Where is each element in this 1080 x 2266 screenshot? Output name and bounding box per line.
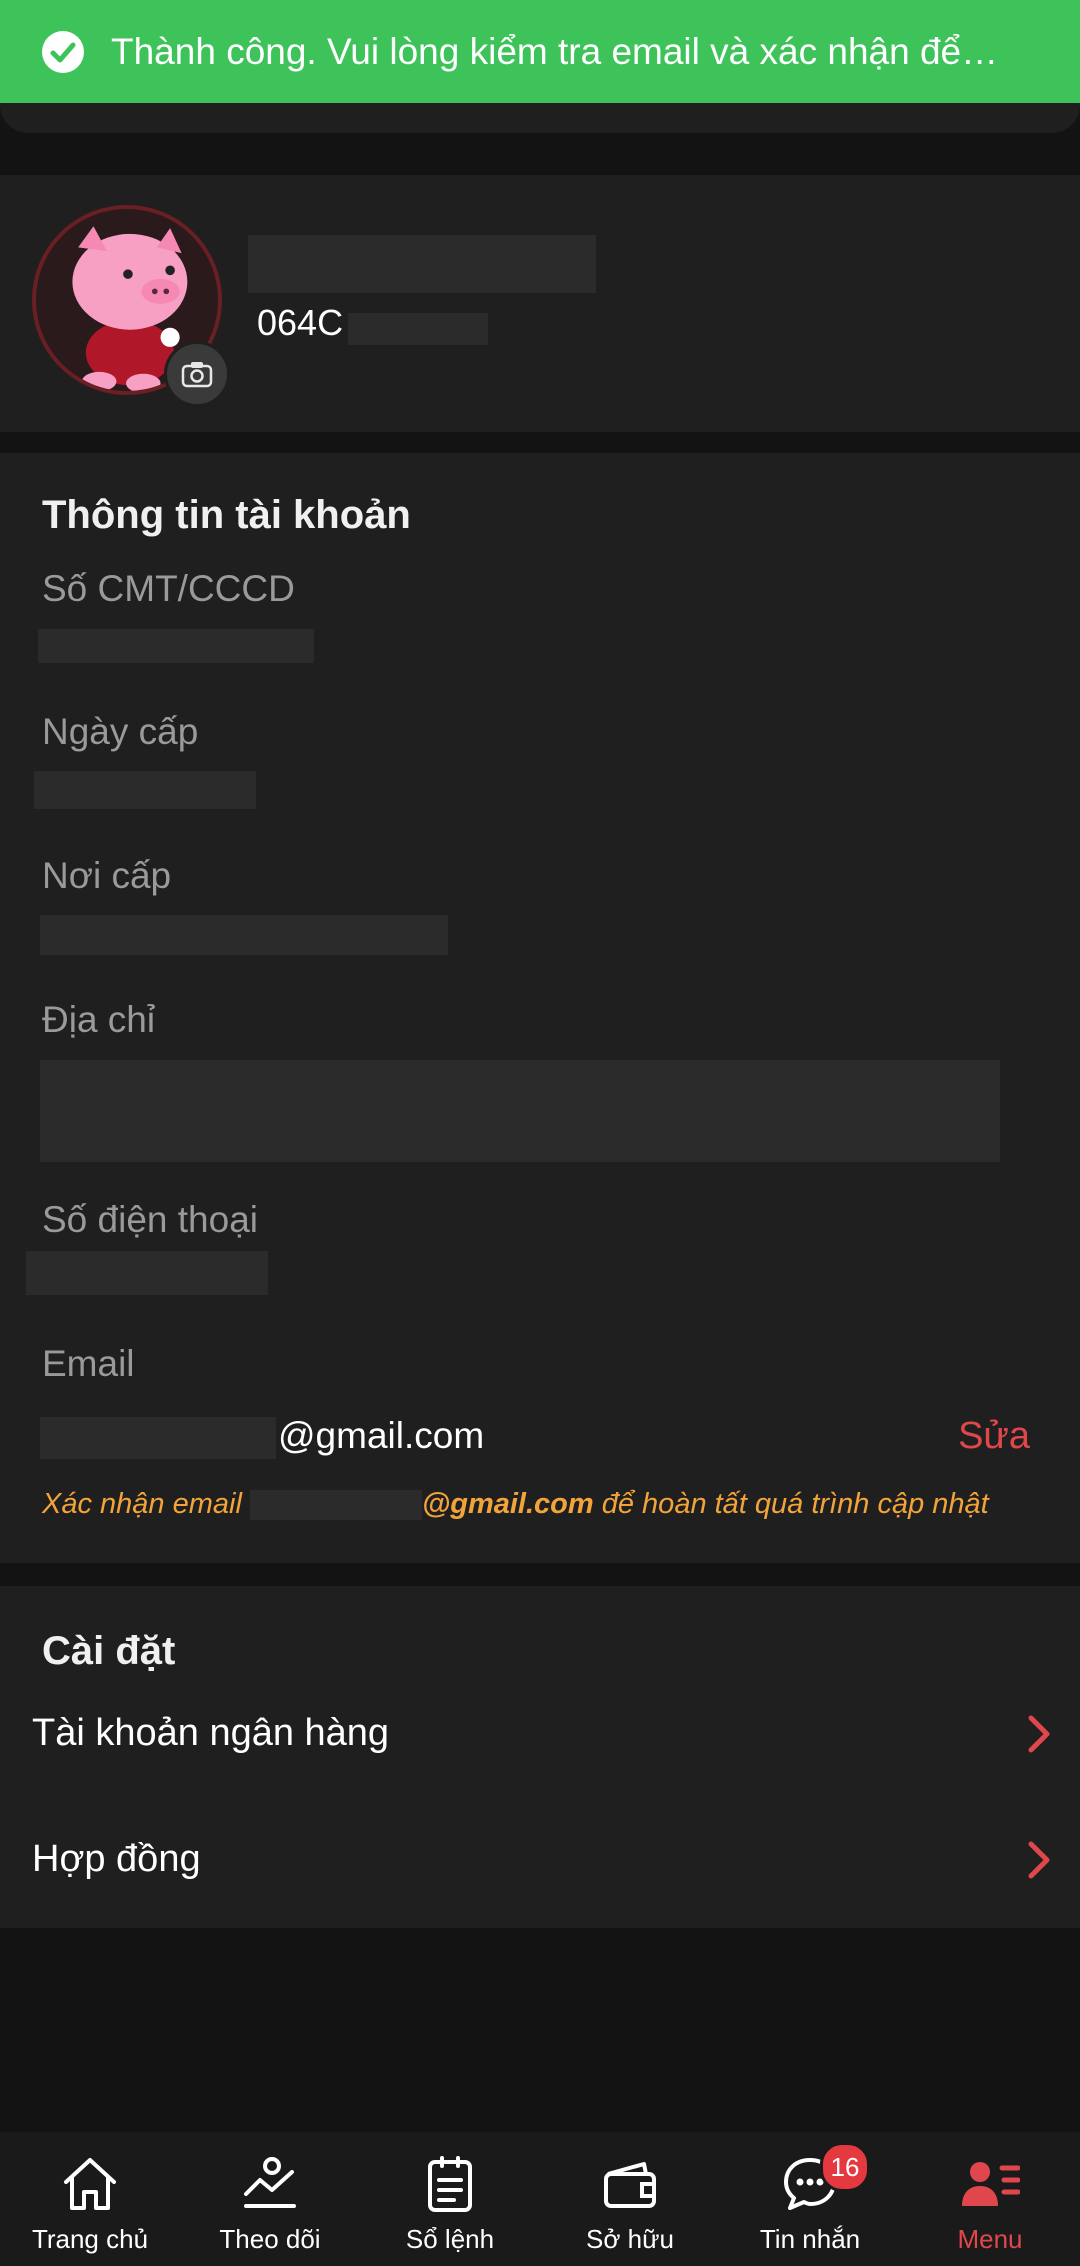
wallet-icon (604, 2162, 656, 2208)
nav-label: Theo dõi (219, 2224, 321, 2254)
check-circle-icon (42, 30, 84, 73)
account-info-section: Thông tin tài khoản Số CMT/CCCD Ngày cấp… (0, 453, 1080, 1563)
camera-icon (181, 362, 213, 388)
top-card-edge (0, 103, 1080, 133)
settings-item-contract[interactable]: Hợp đồng (0, 1811, 1080, 1928)
edit-email-button[interactable]: Sửa (958, 1415, 1030, 1458)
issue-date-label: Ngày cấp (42, 711, 199, 752)
bottom-nav: Trang chủ Theo dõi Sổ lệnh Sở hữu 16 Tin… (0, 2132, 1080, 2266)
clipboard-icon (428, 2156, 472, 2212)
id-number-value-redacted (38, 629, 314, 663)
user-menu-icon (962, 2162, 1020, 2206)
phone-label: Số điện thoại (42, 1199, 259, 1240)
home-icon (64, 2158, 116, 2210)
chevron-right-icon (1028, 1715, 1050, 1753)
profile-card: 064C (0, 175, 1080, 432)
nav-home[interactable]: Trang chủ (0, 2132, 180, 2266)
account-name-redacted (248, 235, 596, 293)
id-number-label: Số CMT/CCCD (42, 568, 295, 609)
issue-date-value-redacted (34, 771, 256, 809)
account-id-redacted (348, 313, 488, 345)
settings-item-bank-account[interactable]: Tài khoản ngân hàng (0, 1686, 1080, 1806)
nav-label: Sở hữu (586, 2224, 674, 2254)
toast-message: Thành công. Vui lòng kiểm tra email và x… (111, 30, 999, 72)
message-count-badge: 16 (820, 2142, 870, 2192)
nav-label: Menu (957, 2224, 1023, 2254)
email-value-redacted (40, 1417, 276, 1459)
nav-messages[interactable]: 16 Tin nhắn (720, 2132, 900, 2266)
nav-menu[interactable]: Menu (900, 2132, 1080, 2266)
settings-item-label: Tài khoản ngân hàng (32, 1712, 390, 1754)
success-toast[interactable]: Thành công. Vui lòng kiểm tra email và x… (0, 0, 1080, 103)
nav-label: Sổ lệnh (405, 2224, 495, 2254)
phone-value-redacted (26, 1251, 268, 1295)
confirm-note-email: @gmail.com (421, 1488, 594, 1520)
settings-section: Cài đặt Tài khoản ngân hàng Hợp đồng (0, 1586, 1080, 1928)
settings-title: Cài đặt (42, 1629, 176, 1673)
email-label: Email (42, 1343, 135, 1384)
account-info-title: Thông tin tài khoản (42, 493, 411, 537)
settings-item-label: Hợp đồng (32, 1838, 201, 1880)
account-id: 064C (257, 302, 344, 343)
chart-icon (244, 2157, 296, 2208)
issue-place-label: Nơi cấp (42, 855, 172, 896)
issue-place-value-redacted (40, 915, 448, 955)
confirm-note-suffix: để hoàn tất quá trình cập nhật (593, 1488, 989, 1520)
nav-portfolio[interactable]: Sở hữu (540, 2132, 720, 2266)
nav-watchlist[interactable]: Theo dõi (180, 2132, 360, 2266)
email-confirm-note: Xác nhận email @gmail.com để hoàn tất qu… (42, 1488, 989, 1521)
chevron-right-icon (1028, 1841, 1050, 1879)
confirm-email-redacted (249, 1490, 422, 1521)
confirm-note-prefix: Xác nhận email (42, 1488, 250, 1520)
nav-orders[interactable]: Sổ lệnh (360, 2132, 540, 2266)
address-label: Địa chỉ (42, 999, 156, 1040)
address-value-redacted (40, 1060, 1000, 1162)
email-value: @gmail.com (278, 1415, 485, 1456)
change-avatar-button[interactable] (164, 341, 230, 407)
nav-label: Trang chủ (31, 2224, 149, 2254)
nav-label: Tin nhắn (759, 2224, 861, 2254)
